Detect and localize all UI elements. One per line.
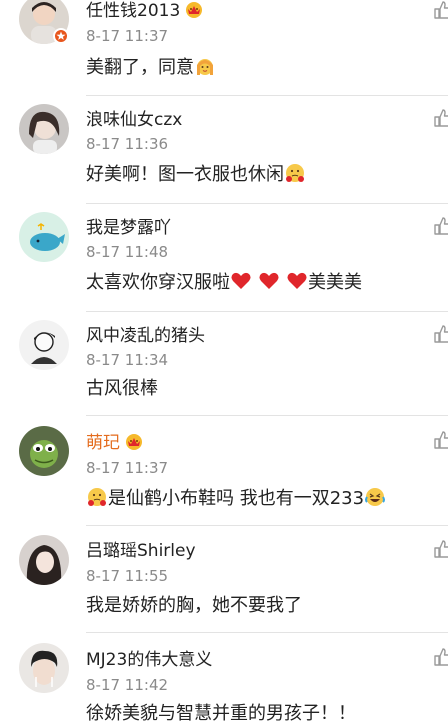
comment-time: 8-17 11:55 [86, 567, 169, 585]
comment-time: 8-17 11:48 [86, 243, 169, 261]
thumbs-up-icon[interactable] [433, 539, 448, 559]
comment-item: MJ23的伟大意义 8-17 11:42 徐娇美貌与智慧并重的男孩子！！ [0, 633, 448, 727]
author-name[interactable]: 风中凌乱的猪头 [86, 326, 205, 346]
comment-body: 是仙鹤小布鞋吗 我也有一双233 [108, 488, 365, 509]
red-heart-emoji [258, 270, 280, 292]
crown-icon [184, 0, 204, 18]
blonde-woman-emoji [194, 55, 216, 77]
comment-text: 古风很棒 [86, 378, 158, 399]
comment-item: 萌玘 8-17 11:37 是仙鹤小布鞋吗 我也有一双233 [0, 416, 448, 528]
thumbs-up-icon[interactable] [433, 216, 448, 236]
comment-body: 好美啊！图一衣服也休闲 [86, 164, 284, 185]
avatar-image [19, 643, 69, 693]
comment-body: 太喜欢你穿汉服啦 [86, 272, 230, 293]
comment-item: 风中凌乱的猪头 8-17 11:34 古风很棒 [0, 312, 448, 418]
author-name[interactable]: MJ23的伟大意义 [86, 650, 212, 670]
crown-icon [124, 432, 144, 450]
comment-item: 吕璐瑶Shirley 8-17 11:55 我是娇娇的胸，她不要我了 [0, 525, 448, 633]
comment-time: 8-17 11:37 [86, 459, 169, 477]
avatar-image [19, 535, 69, 585]
comment-author[interactable]: 任性钱2013 [86, 0, 204, 21]
author-name[interactable]: 任性钱2013 [86, 1, 180, 21]
comment-author[interactable]: 萌玘 [86, 432, 144, 453]
comment-text: 太喜欢你穿汉服啦 美美美 [86, 270, 362, 294]
author-name[interactable]: 我是梦露吖 [86, 218, 171, 238]
comment-item: 我是梦露吖 8-17 11:48 太喜欢你穿汉服啦 美美美 [0, 204, 448, 312]
comment-item: 任性钱2013 8-17 11:37 美翻了，同意 [0, 0, 448, 96]
comment-item: 浪味仙女czx 8-17 11:36 好美啊！图一衣服也休闲 [0, 96, 448, 204]
laughing-tears-emoji [364, 486, 386, 508]
red-heart-emoji [230, 270, 252, 292]
comment-text: 美翻了，同意 [86, 55, 216, 79]
author-name[interactable]: 萌玘 [86, 433, 120, 453]
avatar[interactable] [19, 426, 69, 476]
comment-time: 8-17 11:36 [86, 135, 169, 153]
thumbs-up-icon[interactable] [433, 0, 448, 20]
comment-text: 徐娇美貌与智慧并重的男孩子！！ [86, 703, 356, 724]
avatar-image [19, 104, 69, 154]
thumbs-up-icon[interactable] [433, 430, 448, 450]
thinking-face-emoji [86, 486, 108, 508]
comment-body: 美翻了，同意 [86, 57, 194, 78]
thumbs-up-icon[interactable] [433, 108, 448, 128]
red-heart-emoji [286, 270, 308, 292]
avatar[interactable] [19, 643, 69, 693]
avatar-image [19, 212, 69, 262]
avatar-image [19, 320, 69, 370]
author-name[interactable]: 吕璐瑶Shirley [86, 541, 196, 561]
comment-list: 任性钱2013 8-17 11:37 美翻了，同意 浪味仙女czx 8-17 1… [0, 0, 448, 727]
avatar[interactable] [19, 320, 69, 370]
thumbs-up-icon[interactable] [433, 647, 448, 667]
thinking-face-emoji [284, 162, 306, 184]
comment-body-suffix: 美美美 [308, 272, 362, 293]
avatar[interactable] [19, 535, 69, 585]
comment-time: 8-17 11:42 [86, 676, 169, 694]
comment-text: 我是娇娇的胸，她不要我了 [86, 595, 302, 616]
avatar[interactable] [19, 104, 69, 154]
thumbs-up-icon[interactable] [433, 324, 448, 344]
comment-time: 8-17 11:37 [86, 27, 169, 45]
comment-text: 好美啊！图一衣服也休闲 [86, 162, 306, 186]
verified-badge-icon [53, 28, 69, 44]
avatar-image [19, 426, 69, 476]
comment-time: 8-17 11:34 [86, 351, 169, 369]
comment-text: 是仙鹤小布鞋吗 我也有一双233 [86, 486, 386, 510]
author-name[interactable]: 浪味仙女czx [86, 110, 182, 130]
avatar[interactable] [19, 212, 69, 262]
